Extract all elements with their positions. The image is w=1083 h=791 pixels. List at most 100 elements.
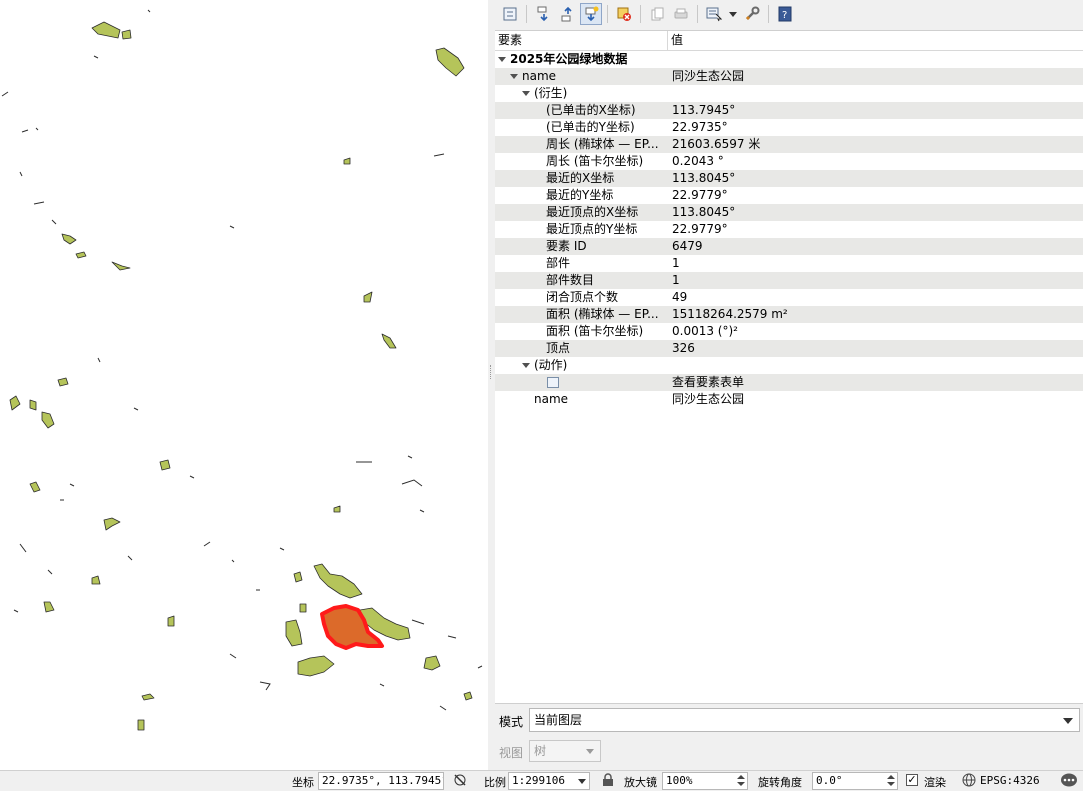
- derived-attribute-row[interactable]: 周长 (笛卡尔坐标) 0.2043 °: [495, 153, 1083, 170]
- spinner-icon[interactable]: [887, 775, 895, 787]
- lock-icon[interactable]: [602, 773, 614, 790]
- derived-attribute-row[interactable]: 最近的Y坐标 22.9779°: [495, 187, 1083, 204]
- column-header-value[interactable]: 值: [668, 31, 683, 50]
- derived-attribute-row[interactable]: 部件数目 1: [495, 272, 1083, 289]
- attribute-key: 最近顶点的Y坐标: [546, 222, 638, 236]
- park-polygon: [29, 399, 37, 411]
- park-polygon: [91, 575, 101, 585]
- derived-attribute-row[interactable]: 最近顶点的X坐标 113.8045°: [495, 204, 1083, 221]
- attribute-value: 0.2043 °: [672, 154, 724, 168]
- derived-attribute-row[interactable]: (已单击的X坐标) 113.7945°: [495, 102, 1083, 119]
- action-view-form[interactable]: 查看要素表单: [668, 374, 1083, 391]
- coordinate-input[interactable]: 22.9735°, 113.7945°: [318, 772, 444, 790]
- attribute-value: 1: [672, 256, 680, 270]
- select-mode-icon[interactable]: [703, 3, 725, 25]
- park-polygon: [285, 619, 303, 647]
- layer-row[interactable]: 2025年公园绿地数据: [495, 51, 1083, 68]
- attribute-key: 周长 (笛卡尔坐标): [546, 154, 644, 168]
- feature-key: name: [522, 69, 557, 83]
- map-features[interactable]: [0, 0, 488, 770]
- derived-row[interactable]: (衍生): [495, 85, 1083, 102]
- park-polygon: [381, 333, 397, 349]
- derived-attribute-row[interactable]: (已单击的Y坐标) 22.9735°: [495, 119, 1083, 136]
- collapse-arrow-icon[interactable]: [522, 91, 530, 96]
- action-view-form-row[interactable]: 查看要素表单: [495, 374, 1083, 391]
- attribute-row[interactable]: name 同沙生态公园: [495, 391, 1083, 408]
- derived-attribute-row[interactable]: 面积 (椭球体 — EP... 15118264.2579 m²: [495, 306, 1083, 323]
- globe-icon[interactable]: [962, 773, 976, 790]
- collapse-arrow-icon[interactable]: [510, 74, 518, 79]
- chevron-down-icon: [586, 749, 594, 754]
- mode-label: 模式: [499, 715, 524, 729]
- derived-attribute-row[interactable]: 最近的X坐标 113.8045°: [495, 170, 1083, 187]
- panel-splitter[interactable]: [488, 0, 495, 770]
- scale-value: 1:299106: [512, 774, 565, 787]
- derived-attribute-row[interactable]: 闭合顶点个数 49: [495, 289, 1083, 306]
- park-polygon: [75, 251, 87, 259]
- collapse-all-icon[interactable]: [556, 3, 578, 25]
- clear-results-icon[interactable]: [613, 3, 635, 25]
- derived-attribute-row[interactable]: 顶点 326: [495, 340, 1083, 357]
- actions-row[interactable]: (动作): [495, 357, 1083, 374]
- copy-feature-icon[interactable]: [646, 3, 668, 25]
- settings-icon[interactable]: [741, 3, 763, 25]
- identify-results-tree[interactable]: 要素 值 2025年公园绿地数据 name 同沙生态公园 (衍生) (已单击的X…: [495, 30, 1083, 704]
- scale-combobox[interactable]: 1:299106: [508, 772, 590, 790]
- messages-icon[interactable]: [1060, 772, 1078, 791]
- expand-all-icon[interactable]: [532, 3, 554, 25]
- attribute-key: 顶点: [546, 341, 571, 355]
- derived-attribute-row[interactable]: 部件 1: [495, 255, 1083, 272]
- park-polygon: [43, 601, 55, 613]
- attribute-key: 闭合顶点个数: [546, 290, 619, 304]
- rotation-spinbox[interactable]: 0.0°: [812, 772, 898, 790]
- park-polygon: [121, 29, 132, 40]
- spinner-icon[interactable]: [737, 775, 745, 787]
- derived-attribute-row[interactable]: 要素 ID 6479: [495, 238, 1083, 255]
- derived-attribute-row[interactable]: 最近顶点的Y坐标 22.9779°: [495, 221, 1083, 238]
- crs-label[interactable]: EPSG:4326: [980, 774, 1040, 787]
- attribute-value: 326: [672, 341, 695, 355]
- mode-select[interactable]: 当前图层: [529, 708, 1080, 732]
- collapse-arrow-icon[interactable]: [498, 57, 506, 62]
- collapse-arrow-icon[interactable]: [522, 363, 530, 368]
- expand-new-icon[interactable]: [580, 3, 602, 25]
- actions-label: (动作): [534, 358, 568, 372]
- park-polygon: [57, 377, 69, 387]
- map-canvas[interactable]: [0, 0, 488, 770]
- attribute-key: (已单击的Y坐标): [546, 120, 635, 134]
- park-polygon: [29, 481, 41, 493]
- derived-attribute-row[interactable]: 周长 (椭球体 — EP... 21603.6597 米: [495, 136, 1083, 153]
- print-icon[interactable]: [670, 3, 692, 25]
- identify-results-panel: ? 要素 值 2025年公园绿地数据 name 同沙生态公园 (衍生) (已单击…: [495, 0, 1083, 770]
- expand-tree-icon[interactable]: [499, 3, 521, 25]
- attribute-key: 部件数目: [546, 273, 595, 287]
- derived-label: (衍生): [534, 86, 568, 100]
- layer-name: 2025年公园绿地数据: [510, 52, 628, 66]
- column-header-feature[interactable]: 要素: [495, 31, 668, 50]
- view-label: 视图: [499, 746, 524, 760]
- park-polygon: [293, 571, 303, 583]
- attribute-key: 部件: [546, 256, 571, 270]
- magnifier-spinbox[interactable]: 100%: [662, 772, 748, 790]
- park-polygon: [333, 505, 341, 513]
- attribute-value: 22.9735°: [672, 120, 728, 134]
- form-icon: [547, 377, 559, 388]
- attribute-value: 1: [672, 273, 680, 287]
- render-checkbox[interactable]: ✓: [906, 774, 918, 786]
- feature-row[interactable]: name 同沙生态公园: [495, 68, 1083, 85]
- attribute-value: 113.8045°: [672, 171, 736, 185]
- derived-attribute-row[interactable]: 面积 (笛卡尔坐标) 0.0013 (°)²: [495, 323, 1083, 340]
- toggle-extents-icon[interactable]: [452, 772, 468, 791]
- attribute-value: 113.8045°: [672, 205, 736, 219]
- park-polygon: [299, 603, 307, 613]
- park-polygon: [363, 291, 373, 303]
- dropdown-icon[interactable]: [727, 3, 739, 25]
- park-polygon: [313, 563, 363, 599]
- help-icon[interactable]: ?: [774, 3, 796, 25]
- identify-toolbar: ?: [495, 0, 1083, 28]
- attribute-value: 15118264.2579 m²: [672, 307, 788, 321]
- view-select[interactable]: 树: [529, 740, 601, 762]
- attribute-key: 要素 ID: [546, 239, 587, 253]
- rotation-label: 旋转角度: [758, 776, 802, 789]
- park-polygon: [141, 693, 155, 701]
